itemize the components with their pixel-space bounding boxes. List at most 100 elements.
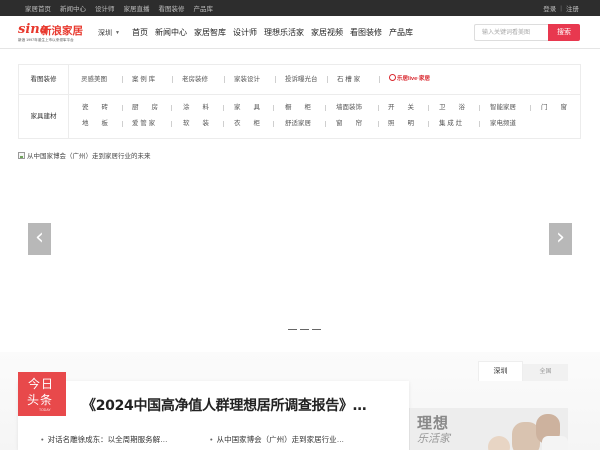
main-nav: 首页 新闻中心 家居智库 设计师 理想乐活家 家居视频 看图装修 产品库 bbox=[132, 16, 420, 49]
nav-home[interactable]: 首页 bbox=[132, 27, 148, 38]
news-item[interactable]: • 对话名雕徐成东：以全周期服务解… bbox=[41, 434, 168, 445]
category-item[interactable]: 家 具 bbox=[234, 104, 260, 112]
top-link-designer[interactable]: 设计师 bbox=[95, 3, 115, 13]
category-item[interactable]: 瓷 砖 bbox=[82, 104, 108, 112]
carousel-prev-button[interactable]: ‹ bbox=[28, 223, 51, 255]
divider bbox=[122, 121, 123, 127]
divider bbox=[171, 121, 172, 127]
divider bbox=[122, 76, 123, 83]
login-link[interactable]: 登录 bbox=[543, 3, 556, 13]
divider bbox=[428, 121, 429, 127]
tab-shenzhen[interactable]: 深圳 bbox=[478, 361, 523, 381]
divider bbox=[273, 105, 274, 111]
logo-title: 新浪家居 bbox=[41, 25, 83, 37]
headline-title[interactable]: 《2024中国高净值人群理想居所调查报告》… bbox=[82, 395, 367, 415]
account-separator: | bbox=[560, 4, 562, 12]
top-link-gallery[interactable]: 看图装修 bbox=[159, 3, 185, 13]
nav-video[interactable]: 家居视频 bbox=[311, 27, 343, 38]
leju-live-logo[interactable]: 乐居live·家居 bbox=[389, 74, 430, 85]
nav-ideal-home[interactable]: 理想乐活家 bbox=[264, 27, 304, 38]
brand-label: 乐居live·家居 bbox=[397, 76, 431, 82]
bullet: • bbox=[41, 435, 44, 444]
divider bbox=[172, 76, 173, 83]
category-item[interactable]: 智能家居 bbox=[490, 104, 516, 112]
nav-news[interactable]: 新闻中心 bbox=[155, 27, 187, 38]
category-panel: 看图装修 灵感美图 案 例 库 老房装修 家装设计 投诉曝光台 石 槽 家 乐居… bbox=[18, 64, 581, 139]
category-item[interactable]: 案 例 库 bbox=[132, 65, 155, 94]
divider bbox=[428, 105, 429, 111]
divider bbox=[479, 121, 480, 127]
search-button[interactable]: 搜索 bbox=[548, 24, 580, 41]
nav-designer[interactable]: 设计师 bbox=[233, 27, 257, 38]
category-item[interactable]: 开 关 bbox=[388, 104, 414, 112]
site-logo[interactable]: sina 新浪家居 新浪 1997年诞生上市以来领军平台 bbox=[18, 22, 88, 44]
divider bbox=[327, 76, 328, 83]
divider bbox=[171, 105, 172, 111]
divider bbox=[378, 121, 379, 127]
category-item[interactable]: 涂 料 bbox=[183, 104, 209, 112]
bullet: • bbox=[210, 435, 213, 444]
category-item[interactable]: 投诉曝光台 bbox=[285, 65, 318, 94]
divider bbox=[530, 105, 531, 111]
divider bbox=[325, 121, 326, 127]
carousel-dot[interactable] bbox=[300, 329, 309, 330]
carousel-indicators bbox=[288, 329, 324, 330]
category-item[interactable]: 地 板 bbox=[82, 120, 108, 128]
category-item[interactable]: 石 槽 家 bbox=[337, 65, 360, 94]
leju-logo-icon bbox=[389, 74, 396, 81]
nav-think-tank[interactable]: 家居智库 bbox=[194, 27, 226, 38]
tab-national[interactable]: 全国 bbox=[523, 364, 568, 381]
category-item[interactable]: 老房装修 bbox=[182, 65, 208, 94]
divider bbox=[223, 105, 224, 111]
category-item[interactable]: 家电频道 bbox=[490, 120, 516, 128]
carousel-next-button[interactable]: › bbox=[549, 223, 572, 255]
category-item[interactable]: 舒适家居 bbox=[285, 120, 311, 128]
banner-alt-text: 从中国家博会（广州）走到家居行业的未来 bbox=[27, 153, 151, 160]
top-link-news[interactable]: 新闻中心 bbox=[60, 3, 86, 13]
region-tabs: 深圳 全国 bbox=[478, 361, 568, 381]
category-item[interactable]: 爱 管 家 bbox=[132, 120, 155, 128]
top-link-live[interactable]: 家居直播 bbox=[124, 3, 150, 13]
top-bar: 家居首页 新闻中心 设计师 家居直播 看图装修 产品库 登录 | 注册 bbox=[0, 0, 600, 16]
category-item[interactable]: 门 窗 bbox=[541, 104, 567, 112]
news-item-text: 从中国家博会（广州）走到家居行业… bbox=[216, 435, 345, 444]
category-item[interactable]: 照 明 bbox=[388, 120, 414, 128]
account-links: 登录 | 注册 bbox=[543, 0, 579, 16]
divider bbox=[223, 121, 224, 127]
broken-image-icon bbox=[18, 151, 25, 159]
top-link-home[interactable]: 家居首页 bbox=[25, 3, 51, 13]
category-item[interactable]: 厨 房 bbox=[132, 104, 158, 112]
carousel-dot[interactable] bbox=[288, 329, 297, 330]
category-item[interactable]: 集 成 灶 bbox=[439, 120, 462, 128]
family-photo bbox=[542, 436, 568, 450]
nav-products[interactable]: 产品库 bbox=[389, 27, 413, 38]
category-item[interactable]: 窗 帘 bbox=[336, 120, 362, 128]
category-label-materials: 家具建材 bbox=[19, 95, 69, 138]
promo-line2: 乐活家 bbox=[417, 432, 450, 445]
category-item[interactable]: 卫 浴 bbox=[439, 104, 465, 112]
ideal-home-promo[interactable]: 理想 乐活家 bbox=[409, 408, 568, 450]
divider bbox=[325, 105, 326, 111]
category-row-gallery: 看图装修 灵感美图 案 例 库 老房装修 家装设计 投诉曝光台 石 槽 家 乐居… bbox=[19, 65, 580, 95]
banner-image[interactable]: 从中国家博会（广州）走到家居行业的未来 bbox=[18, 150, 151, 160]
family-photo bbox=[488, 436, 510, 450]
divider bbox=[479, 105, 480, 111]
category-item[interactable]: 衣 柜 bbox=[234, 120, 260, 128]
carousel-dot[interactable] bbox=[312, 329, 321, 330]
news-item[interactable]: • 从中国家博会（广州）走到家居行业… bbox=[210, 434, 344, 445]
nav-gallery[interactable]: 看图装修 bbox=[350, 27, 382, 38]
category-item[interactable]: 灵感美图 bbox=[81, 65, 107, 94]
category-item[interactable]: 家装设计 bbox=[234, 65, 260, 94]
city-selector[interactable]: 深圳 ▼ bbox=[98, 16, 120, 49]
divider bbox=[122, 105, 123, 111]
city-label: 深圳 bbox=[98, 29, 112, 37]
register-link[interactable]: 注册 bbox=[566, 3, 579, 13]
divider bbox=[275, 76, 276, 83]
category-item[interactable]: 墙面装饰 bbox=[336, 104, 362, 112]
category-label-gallery: 看图装修 bbox=[19, 65, 69, 94]
category-item[interactable]: 橱 柜 bbox=[285, 104, 311, 112]
top-link-products[interactable]: 产品库 bbox=[194, 3, 214, 13]
category-item[interactable]: 软 装 bbox=[183, 120, 209, 128]
search-input[interactable] bbox=[474, 24, 548, 41]
badge-line1: 今日 bbox=[28, 377, 55, 391]
